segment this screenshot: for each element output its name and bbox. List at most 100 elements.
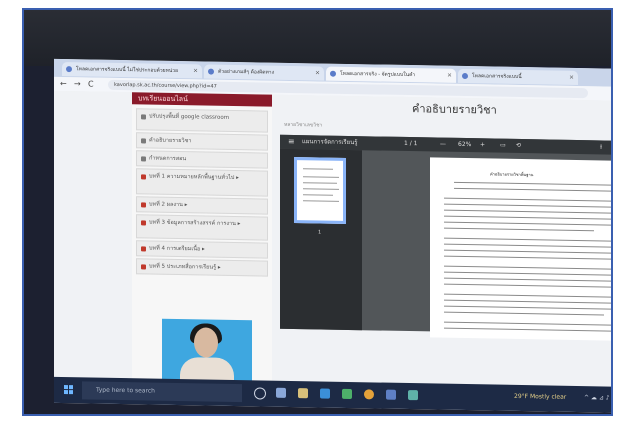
- doc-text-line: [444, 237, 611, 243]
- pencil-icon: [141, 156, 146, 162]
- tab-label: โหลดเอกสารจริง - จัดรูปแบบในคำ: [340, 70, 416, 79]
- browser-tab[interactable]: โหลดเอกสารจริงแบบนี้ ไม่ใช่ประกอบด้วยหน่…: [62, 61, 202, 79]
- close-icon[interactable]: ×: [569, 71, 574, 85]
- download-icon[interactable]: ⭳: [600, 140, 602, 154]
- favicon-icon: [462, 72, 468, 80]
- close-icon[interactable]: ×: [315, 66, 320, 80]
- app-icon[interactable]: [408, 390, 418, 401]
- doc-text-line: [444, 277, 611, 283]
- thumb-line: [303, 182, 337, 184]
- thumb-line: [303, 168, 333, 170]
- thumb-line: [303, 176, 339, 178]
- thumb-line: [303, 188, 339, 190]
- favicon-icon: [208, 68, 214, 75]
- doc-text-line: [444, 255, 611, 261]
- sidebar-item[interactable]: กำหนดการสอน: [136, 150, 268, 169]
- close-icon[interactable]: ×: [447, 69, 452, 83]
- sidebar-item[interactable]: บทที่ 1 ความหมายหลักพื้นฐานทั่วไป ▸: [136, 168, 268, 197]
- doc-text-line: [444, 321, 611, 327]
- system-tray-icons[interactable]: ^ ☁ ⊿ ♪: [584, 394, 610, 401]
- edge-icon[interactable]: [320, 388, 330, 399]
- doc-text-line: [454, 187, 611, 193]
- doc-text-line: [444, 227, 594, 232]
- doc-text-line: [454, 181, 611, 187]
- course-sidebar: บทเรียนออนไลน์ ปรับปรุงพื้นที่ google cl…: [132, 92, 272, 383]
- weather-widget[interactable]: 29°F Mostly clear: [514, 393, 566, 401]
- teacher-avatar: [162, 318, 252, 383]
- doc-text-line: [444, 293, 611, 299]
- web-page: บทเรียนออนไลน์ ปรับปรุงพื้นที่ google cl…: [54, 90, 611, 388]
- browser-tab[interactable]: ตัวอย่างเกมส์ๆ ต้องผิดทาง ×: [204, 64, 324, 81]
- forward-icon[interactable]: →: [74, 79, 81, 89]
- pdf-viewer[interactable]: ≡ แผนการจัดการเรียนรู้ 1 / 1 — 62% + ▭ ⟲…: [280, 134, 611, 342]
- folder-icon: [141, 174, 146, 180]
- folder-icon: [141, 202, 146, 208]
- doc-text-line: [444, 243, 611, 249]
- page-counter[interactable]: 1 / 1: [404, 137, 417, 151]
- sidebar-header: บทเรียนออนไลน์: [132, 92, 272, 107]
- taskbar-search-input[interactable]: Type here to search: [82, 381, 242, 403]
- task-view-icon[interactable]: [276, 387, 286, 398]
- thumbnail-page-number: 1: [318, 229, 322, 236]
- back-icon[interactable]: ←: [60, 79, 67, 89]
- fit-page-icon[interactable]: ▭: [500, 139, 506, 153]
- store-icon[interactable]: [342, 388, 352, 400]
- breadcrumb[interactable]: หลายวิชาเลขวิชา: [284, 121, 322, 130]
- doc-text-line: [444, 249, 611, 255]
- windows-start-icon[interactable]: [64, 385, 74, 395]
- photo-frame: โหลดเอกสารจริงแบบนี้ ไม่ใช่ประกอบด้วยหน่…: [22, 8, 613, 416]
- thumbnail-panel: 1: [280, 148, 362, 331]
- sidebar-item[interactable]: บทที่ 2 ผลงาน ▸: [136, 196, 268, 215]
- doc-text-line: [444, 203, 611, 209]
- zoom-in-button[interactable]: +: [480, 138, 485, 152]
- cortana-icon[interactable]: [254, 387, 266, 400]
- tab-label: โหลดเอกสารจริงแบบนี้: [472, 73, 522, 81]
- chrome-icon[interactable]: [364, 389, 374, 400]
- folder-icon: [141, 264, 146, 270]
- pdf-page: คำอธิบายรายวิชาพื้นฐาน: [430, 157, 611, 342]
- reload-icon[interactable]: C: [88, 79, 94, 89]
- doc-text-line: [444, 299, 611, 305]
- browser-tab[interactable]: โหลดเอกสารจริงแบบนี้ ×: [458, 68, 578, 85]
- zoom-level[interactable]: 62%: [458, 138, 471, 152]
- monitor-bezel: [24, 10, 611, 66]
- sidebar-item[interactable]: บทที่ 3 ข้อมูลการสร้างสรรค์ การงาน ▸: [136, 214, 268, 241]
- favicon-icon: [330, 70, 336, 77]
- doc-text-line: [444, 197, 611, 203]
- doc-heading: คำอธิบายรายวิชาพื้นฐาน: [490, 171, 534, 178]
- doc-text-line: [444, 311, 604, 316]
- zoom-out-button[interactable]: —: [440, 138, 446, 152]
- doc-text-line: [444, 221, 611, 227]
- main-content: คำอธิบายรายวิชา หลายวิชาเลขวิชา ≡ แผนการ…: [272, 95, 611, 387]
- pdf-file-name: แผนการจัดการเรียนรู้: [302, 138, 358, 147]
- menu-icon[interactable]: ≡: [288, 135, 295, 149]
- doc-text-line: [444, 327, 611, 333]
- sidebar-item[interactable]: คำอธิบายรายวิชา: [136, 132, 268, 151]
- doc-text-line: [444, 305, 611, 311]
- word-icon[interactable]: [386, 389, 396, 400]
- doc-text-line: [444, 271, 611, 277]
- page-thumbnail[interactable]: [294, 157, 346, 224]
- sidebar-item[interactable]: ปรับปรุงพื้นที่ google classroom: [136, 108, 268, 133]
- sidebar-item[interactable]: บทที่ 5 ประเภทสื่อการเรียนรู้ ▸: [136, 258, 268, 277]
- tab-label: โหลดเอกสารจริงแบบนี้ ไม่ใช่ประกอบด้วยหน่…: [76, 66, 179, 75]
- tab-label: ตัวอย่างเกมส์ๆ ต้องผิดทาง: [218, 68, 275, 76]
- file-explorer-icon[interactable]: [298, 388, 308, 399]
- browser-tab-active[interactable]: โหลดเอกสารจริง - จัดรูปแบบในคำ ×: [326, 66, 456, 83]
- sidebar-item[interactable]: บทที่ 4 การเตรียมเนื้อ ▸: [136, 240, 268, 259]
- folder-icon: [141, 246, 146, 252]
- pencil-icon: [141, 114, 146, 120]
- page-title: คำอธิบายรายวิชา: [412, 102, 497, 117]
- doc-text-line: [444, 265, 611, 271]
- folder-icon: [141, 220, 146, 226]
- doc-text-line: [444, 215, 611, 221]
- doc-text-line: [444, 283, 611, 289]
- rotate-icon[interactable]: ⟲: [516, 139, 521, 153]
- pencil-icon: [141, 138, 146, 144]
- thumb-line: [303, 200, 339, 202]
- avatar-face: [194, 327, 218, 358]
- close-icon[interactable]: ×: [193, 64, 198, 78]
- doc-text-line: [444, 209, 611, 215]
- favicon-icon: [66, 66, 72, 73]
- thumb-line: [303, 194, 333, 196]
